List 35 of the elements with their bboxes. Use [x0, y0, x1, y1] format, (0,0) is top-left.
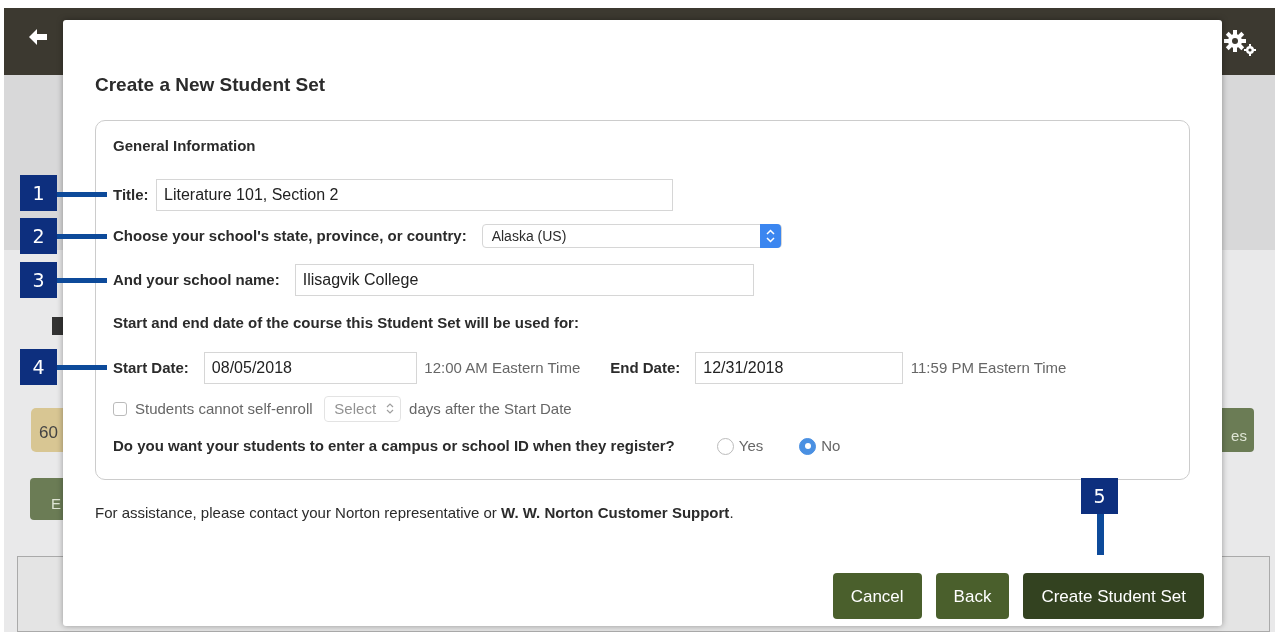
callout-number: 5: [1081, 478, 1118, 514]
dialog-button[interactable]: Back: [935, 573, 1010, 620]
field-label: Title:: [113, 185, 149, 206]
callout-number: 4: [20, 349, 57, 385]
field-label: Choose your school's state, province, or country:: [113, 226, 467, 247]
assistance-text: For assistance, please contact your Norton representative or W. W. Norton Customer Support.: [95, 502, 735, 523]
dates-heading: Start and end date of the course this Student Set will be used for:: [113, 313, 580, 334]
time-note: 11:59 PM Eastern Time: [910, 357, 1067, 378]
field-label: End Date:: [610, 357, 681, 378]
create-button[interactable]: Create Student Set: [1023, 573, 1204, 620]
back-arrow-icon[interactable]: [28, 28, 48, 46]
region-select[interactable]: Alaska (US): [481, 224, 782, 249]
end-date-input[interactable]: 12/31/2018: [695, 351, 904, 384]
radio-label: Yes: [738, 435, 764, 456]
radio-button[interactable]: [716, 437, 734, 455]
days-suffix: days after the Start Date: [409, 398, 572, 419]
title-input[interactable]: Literature 101, Section 2: [156, 179, 674, 212]
callout-number: 1: [20, 175, 57, 211]
section-title: General Information: [113, 135, 257, 156]
dialog-button[interactable]: Cancel: [832, 573, 922, 620]
callout-number: 3: [20, 262, 57, 298]
chevrons-icon: [765, 229, 775, 244]
radio-label: No: [821, 435, 841, 456]
question-label: Do you want your students to enter a campus or school ID when they register?: [113, 435, 675, 456]
field-label: Start Date:: [113, 357, 189, 378]
checkbox-label: Students cannot self-enroll: [135, 398, 313, 419]
start-date-input[interactable]: 08/05/2018: [203, 351, 417, 384]
school-name-input[interactable]: Ilisagvik College: [294, 264, 754, 297]
radio-button[interactable]: [799, 437, 817, 455]
dialog-title: Create a New Student Set: [95, 74, 327, 97]
chevrons-icon: [386, 402, 395, 416]
field-label: And your school name:: [113, 270, 280, 291]
settings-icon[interactable]: [1224, 30, 1256, 56]
callout-number: 2: [20, 218, 57, 254]
time-note: 12:00 AM Eastern Time: [424, 357, 581, 378]
